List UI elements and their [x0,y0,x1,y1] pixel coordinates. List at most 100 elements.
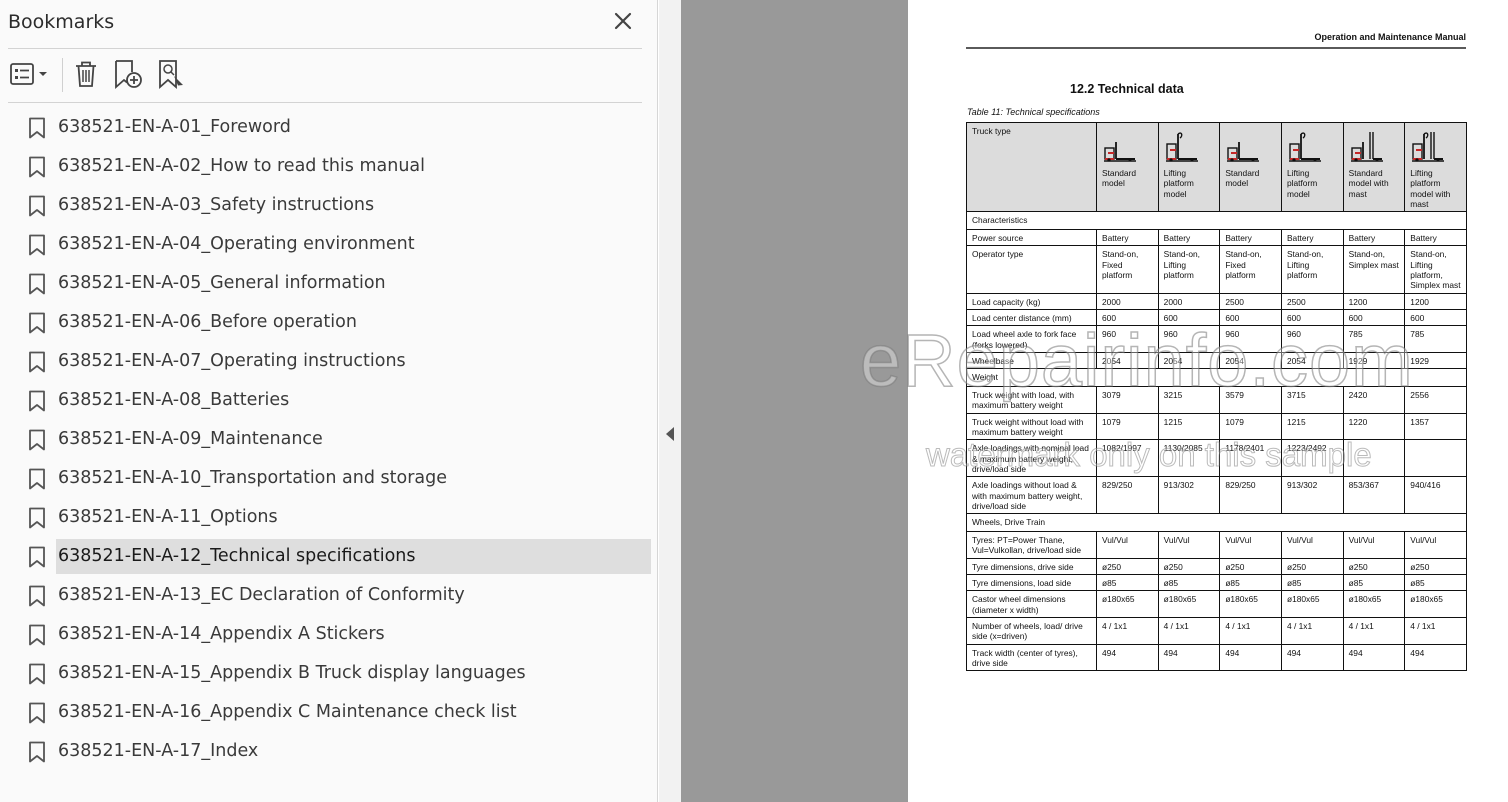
table-row: Load capacity (kg) 2000 2000 2500 2500 1200 12… [966,292,1467,310]
truck-model-name: Standard model [1225,168,1260,189]
row-label: Tyre dimensions, drive side [966,557,1097,576]
table-cell: 600 [1280,308,1344,327]
table-cell: 829/250 [1096,476,1159,515]
bookmark-icon [29,702,45,724]
table-cell: 4 / 1x1 [1280,616,1344,645]
table-cell: 960 [1157,325,1221,353]
table-cell [1342,439,1406,478]
bookmark-label: 638521-EN-A-15_Appendix B Truck display … [58,663,526,683]
table-cell: 4 / 1x1 [1219,616,1282,645]
table-cell: 2054 [1219,351,1282,370]
table-cell: Stand-on, Lifting platform, Simplex mast [1404,245,1467,294]
table-cell: ø250 [1157,557,1221,576]
bookmark-item[interactable]: 638521-EN-A-03_Safety instructions [0,188,658,224]
options-menu-icon[interactable] [8,58,52,90]
table-cell: 2054 [1280,351,1344,370]
bookmark-item[interactable]: 638521-EN-A-15_Appendix B Truck display … [0,656,658,692]
bookmark-item[interactable]: 638521-EN-A-01_Foreword [0,110,658,146]
bookmark-item[interactable]: 638521-EN-A-06_Before operation [0,305,658,341]
table-cell: ø180x65 [1342,590,1406,618]
table-row: Number of wheels, load/ drive side (x=dr… [966,616,1467,645]
bookmark-icon [29,312,45,334]
bookmark-icon [29,468,45,490]
table-cell: 1215 [1280,412,1344,441]
bookmark-item[interactable]: 638521-EN-A-09_Maintenance [0,422,658,458]
table-cell: 853/367 [1342,476,1406,515]
bookmark-item[interactable]: 638521-EN-A-16_Appendix C Maintenance ch… [0,695,658,731]
table-cell: 4 / 1x1 [1404,616,1467,645]
table-row: Truck weight without load with maximum b… [966,412,1467,441]
table-row: Wheelbase 2054 2054 2054 2054 1929 1929 [966,351,1467,370]
collapse-panel-icon[interactable] [665,426,675,442]
truck-model-name: Standard model with mast [1348,168,1389,199]
table-cell: 940/416 [1404,476,1467,515]
table-cell: 494 [1096,643,1159,672]
bookmark-label: 638521-EN-A-05_General information [58,273,386,293]
bookmark-item[interactable]: 638521-EN-A-14_Appendix A Stickers [0,617,658,653]
table-cell: ø180x65 [1096,590,1159,618]
bookmark-icon [29,429,45,451]
table-cell: 600 [1342,308,1406,327]
bookmark-item[interactable]: 638521-EN-A-12_Technical specifications [0,539,658,575]
table-cell: 1357 [1404,412,1467,441]
bookmark-item[interactable]: 638521-EN-A-02_How to read this manual [0,149,658,185]
truck-model-cell: Standard model [1219,121,1282,213]
row-label: Castor wheel dimensions (diameter x widt… [966,590,1097,618]
table-cell: 2000 [1096,292,1159,310]
truck-model-cell: Lifting platform model [1280,121,1344,213]
table-row: Truck weight with load, with maximum bat… [966,386,1467,414]
section-heading: Weight [966,368,1467,388]
document-page: Operation and Maintenance Manual 12.2 Te… [908,0,1508,802]
technical-specifications-table: Truck type Standard model Lifting platform… [966,121,1467,672]
table-row: Power source Battery Battery Battery Battery… [966,229,1467,247]
toolbar-separator [62,58,63,92]
new-bookmark-icon[interactable] [112,58,144,90]
table-cell: 2500 [1280,292,1344,310]
bookmark-item[interactable]: 638521-EN-A-10_Transportation and storag… [0,461,658,497]
bookmark-item[interactable]: 638521-EN-A-17_Index [0,734,658,770]
table-cell: 785 [1404,325,1467,353]
table-row: Track width (center of tyres), drive sid… [966,643,1467,672]
close-icon[interactable] [610,8,636,34]
bookmark-item[interactable]: 638521-EN-A-08_Batteries [0,383,658,419]
table-cell: 3579 [1219,386,1282,414]
bookmark-icon [29,117,45,139]
bookmark-label: 638521-EN-A-10_Transportation and storag… [58,468,448,488]
table-cell: ø85 [1157,574,1221,592]
table-cell: 2420 [1342,386,1406,414]
truck-model-name: Lifting platform model with mast [1410,168,1451,209]
table-row: Axle loadings with nominal load & maximu… [966,439,1467,478]
section-row: Characteristics [966,211,1467,231]
table-cell: 960 [1219,325,1282,353]
bookmark-item[interactable]: 638521-EN-A-13_EC Declaration of Conform… [0,578,658,614]
bookmark-label: 638521-EN-A-17_Index [58,741,259,761]
table-row: Tyres: PT=Power Thane, Vul=Vulkollan, dr… [966,531,1467,559]
truck-pictogram-icon [1412,132,1445,162]
delete-bookmark-icon[interactable] [72,58,100,90]
bookmark-icon [29,156,45,178]
table-row: Castor wheel dimensions (diameter x widt… [966,590,1467,618]
bookmark-icon [29,624,45,646]
panel-splitter[interactable] [659,0,681,802]
truck-pictogram-icon [1165,132,1198,162]
table-row: Tyre dimensions, drive side ø250 ø250 ø250 ø… [966,557,1467,576]
bookmark-item[interactable]: 638521-EN-A-05_General information [0,266,658,302]
section-heading: Characteristics [966,211,1467,231]
table-cell: 2500 [1219,292,1282,310]
table-cell: 3079 [1096,386,1159,414]
bookmark-item[interactable]: 638521-EN-A-11_Options [0,500,658,536]
row-label: Truck weight without load with maximum b… [966,412,1097,441]
bookmark-label: 638521-EN-A-14_Appendix A Stickers [58,624,385,644]
table-cell: 1929 [1342,351,1406,370]
bookmark-item[interactable]: 638521-EN-A-07_Operating instructions [0,344,658,380]
table-row: Axle loadings without load & with maximu… [966,476,1467,515]
table-cell: 2556 [1404,386,1467,414]
row-label: Load wheel axle to fork face (forks lowe… [966,325,1097,353]
table-cell: 1079 [1096,412,1159,441]
header-divider [8,48,642,49]
bookmarks-title: Bookmarks [8,11,115,33]
find-current-bookmark-icon[interactable] [156,58,186,90]
table-cell: 1215 [1157,412,1221,441]
table-cell: Stand-on, Lifting platform [1280,245,1344,294]
bookmark-item[interactable]: 638521-EN-A-04_Operating environment [0,227,658,263]
